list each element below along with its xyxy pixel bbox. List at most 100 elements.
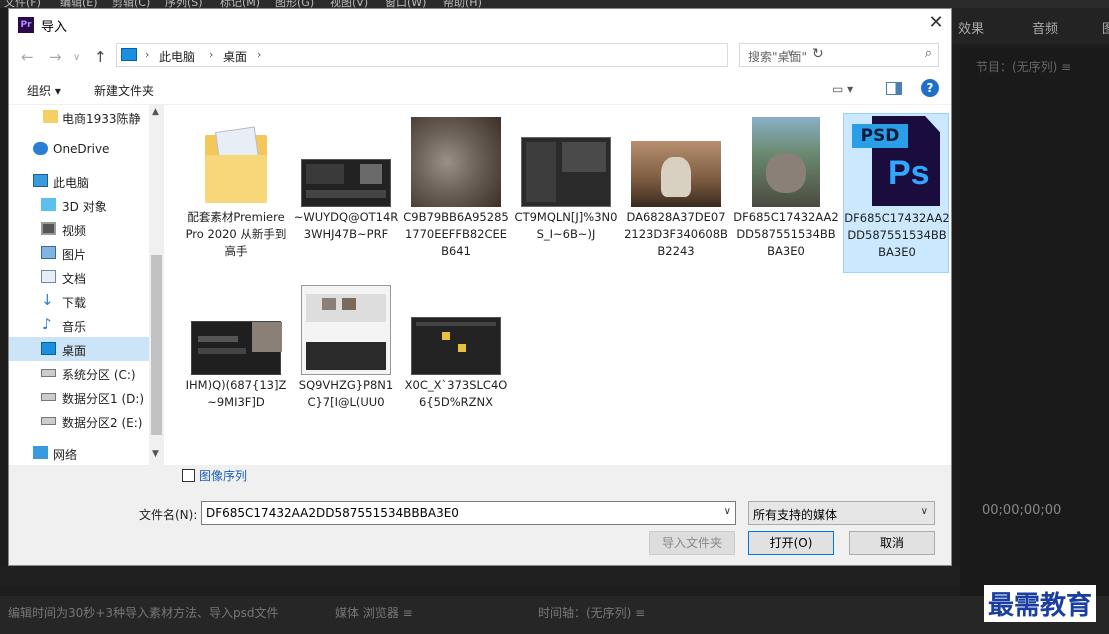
forward-arrow-icon[interactable]: → [49, 48, 62, 66]
file-name: ~WUYDQ@OT14R3WHJ47B~PRF [293, 210, 399, 241]
file-name: C9B79BB6A952851770EEFFB82CEEB641 [403, 210, 509, 258]
new-folder-button[interactable]: 新建文件夹 [94, 82, 154, 99]
tab-timeline[interactable]: 时间轴：(无序列) ≡ [538, 604, 645, 621]
chevron-right-icon[interactable]: › [209, 48, 213, 61]
file-item-image[interactable]: C9B79BB6A952851770EEFFB82CEEB641 [403, 113, 509, 273]
file-item-image[interactable]: IHM)Q)(687{13]Z~9MI3F]D [183, 281, 289, 441]
scroll-down-icon[interactable]: ▼ [152, 449, 159, 459]
computer-icon [121, 48, 137, 61]
nav-item-3d-objects[interactable]: 3D 对象 [9, 193, 149, 217]
organize-button[interactable]: 组织 ▾ [27, 82, 61, 99]
menu-clip[interactable]: 剪辑(C) [112, 0, 150, 8]
menu-marker[interactable]: 标记(M) [220, 0, 260, 8]
menu-sequence[interactable]: 序列(S) [165, 0, 203, 8]
desktop-icon [41, 342, 56, 355]
nav-item-pictures[interactable]: 图片 [9, 241, 149, 265]
menu-edit[interactable]: 编辑(E) [60, 0, 98, 8]
file-item-psd[interactable]: PSD Ps DF685C17432AA2DD587551534BBBA3E0 [843, 113, 950, 273]
cancel-button[interactable]: 取消 [849, 531, 935, 555]
recent-locations-chevron-icon[interactable]: ∨ [73, 52, 80, 63]
nav-item-music[interactable]: ♪ 音乐 [9, 313, 149, 337]
file-item-image[interactable]: SQ9VHZG}P8N1C}7[I@L(UU0 [293, 281, 399, 441]
dialog-titlebar: Pr 导入 ✕ [9, 9, 951, 39]
breadcrumb-this-pc[interactable]: 此电脑 [159, 48, 195, 65]
preview-pane-icon[interactable] [886, 82, 902, 95]
file-item-image[interactable]: DA6828A37DE072123D3F340608BB2243 [623, 113, 729, 273]
nav-item-label: 3D 对象 [62, 200, 107, 214]
drive-icon [41, 417, 56, 425]
cat-photo-thumbnail [411, 117, 501, 207]
file-list: 配套素材Premiere Pro 2020 从新手到高手 ~WUYDQ@OT14… [167, 105, 951, 465]
back-arrow-icon[interactable]: ← [21, 48, 34, 66]
nav-item-videos[interactable]: 视频 [9, 217, 149, 241]
nav-item-label: 数据分区1 (D:) [62, 392, 145, 406]
folder-icon [205, 125, 267, 203]
chevron-right-icon[interactable]: › [257, 48, 261, 61]
screenshot-thumbnail [301, 159, 391, 207]
nav-item-label: 网络 [53, 448, 78, 462]
nav-item-documents[interactable]: 文档 [9, 265, 149, 289]
nav-item-label: OneDrive [53, 142, 110, 156]
nav-item-this-pc[interactable]: 此电脑 [9, 169, 149, 193]
nav-item-drive-d[interactable]: 数据分区1 (D:) [9, 385, 149, 409]
file-item-image[interactable]: ~WUYDQ@OT14R3WHJ47B~PRF [293, 113, 399, 273]
file-name: X0C_X`373SLC4O6{5D%RZNX [404, 378, 508, 409]
premiere-bottom-panels: 编辑时间为30秒+3种导入素材方法、导入psd文件 媒体 浏览器 ≡ 时间轴：(… [0, 596, 1109, 634]
search-input[interactable]: 搜索"桌面" ⌕ [739, 43, 939, 67]
nav-item-user-folder[interactable]: 电商1933陈静 [9, 105, 149, 129]
scroll-up-icon[interactable]: ▲ [152, 107, 159, 117]
program-timecode[interactable]: 00;00;00;00 [982, 503, 1061, 518]
image-sequence-label[interactable]: 图像序列 [199, 467, 247, 484]
tab-graphics[interactable]: 图 [1102, 18, 1109, 37]
menu-view[interactable]: 视图(V) [330, 0, 368, 8]
nav-item-onedrive[interactable]: OneDrive [9, 137, 149, 161]
nav-item-label: 下载 [62, 296, 87, 310]
video-icon [41, 222, 56, 235]
menu-window[interactable]: 窗口(W) [385, 0, 426, 8]
file-item-folder[interactable]: 配套素材Premiere Pro 2020 从新手到高手 [183, 113, 289, 273]
cat-photo-thumbnail [631, 141, 721, 207]
nav-item-network[interactable]: 网络 [9, 441, 149, 465]
menu-file[interactable]: 文件(F) [4, 0, 41, 8]
screenshot-thumbnail [521, 137, 611, 207]
filename-label: 文件名(N): [139, 508, 198, 522]
download-icon: ↓ [41, 291, 54, 309]
search-icon[interactable]: ⌕ [925, 46, 932, 61]
file-item-image[interactable]: X0C_X`373SLC4O6{5D%RZNX [403, 281, 509, 441]
navigation-bar: ← → ∨ ↑ › 此电脑 › 桌面 › ∨ ↻ 搜索"桌面" ⌕ [9, 39, 951, 73]
filetype-select[interactable]: 所有支持的媒体 ∨ [748, 501, 935, 525]
dialog-title: 导入 [41, 20, 68, 35]
menu-help[interactable]: 帮助(H) [443, 0, 482, 8]
computer-icon [33, 174, 48, 187]
chevron-right-icon[interactable]: › [145, 48, 149, 61]
image-sequence-checkbox[interactable] [182, 469, 195, 482]
help-icon[interactable]: ? [921, 79, 939, 97]
tab-effects[interactable]: 效果 [958, 18, 984, 37]
file-item-image[interactable]: CT9MQLN[J]%3N0S_I~6B~)J [513, 113, 619, 273]
ps-logo: Ps [888, 154, 930, 192]
menu-graphics[interactable]: 图形(G) [275, 0, 314, 8]
tab-media-browser[interactable]: 媒体 浏览器 ≡ [335, 604, 413, 621]
change-view-button[interactable]: ▭ ▾ [832, 82, 853, 96]
close-button[interactable]: ✕ [921, 9, 951, 39]
nav-item-drive-c[interactable]: 系统分区 (C:) [9, 361, 149, 385]
address-bar[interactable]: › 此电脑 › 桌面 › ∨ ↻ [116, 43, 824, 67]
import-folder-button[interactable]: 导入文件夹 [649, 531, 735, 555]
nav-item-downloads[interactable]: ↓ 下载 [9, 289, 149, 313]
scrollbar-thumb[interactable] [151, 255, 162, 435]
premiere-app-icon: Pr [18, 17, 34, 33]
open-button[interactable]: 打开(O) [748, 531, 834, 555]
tab-audio[interactable]: 音频 [1032, 18, 1058, 37]
chevron-down-icon: ∨ [920, 506, 928, 517]
chevron-down-icon[interactable]: ∨ [724, 506, 731, 517]
nav-item-drive-e[interactable]: 数据分区2 (E:) [9, 409, 149, 433]
nav-scrollbar[interactable]: ▲ ▼ [149, 105, 164, 465]
file-item-image[interactable]: DF685C17432AA2DD587551534BBBA3E0 [733, 113, 839, 273]
folder-icon [43, 110, 58, 123]
nav-item-desktop[interactable]: 桌面 [9, 337, 149, 361]
command-bar: 组织 ▾ 新建文件夹 ▭ ▾ ? [9, 73, 951, 105]
up-arrow-icon[interactable]: ↑ [94, 48, 107, 66]
dialog-footer: 图像序列 文件名(N): DF685C17432AA2DD587551534BB… [9, 465, 951, 565]
filename-input[interactable]: DF685C17432AA2DD587551534BBBA3E0 ∨ [201, 501, 736, 525]
breadcrumb-desktop[interactable]: 桌面 [223, 48, 247, 65]
